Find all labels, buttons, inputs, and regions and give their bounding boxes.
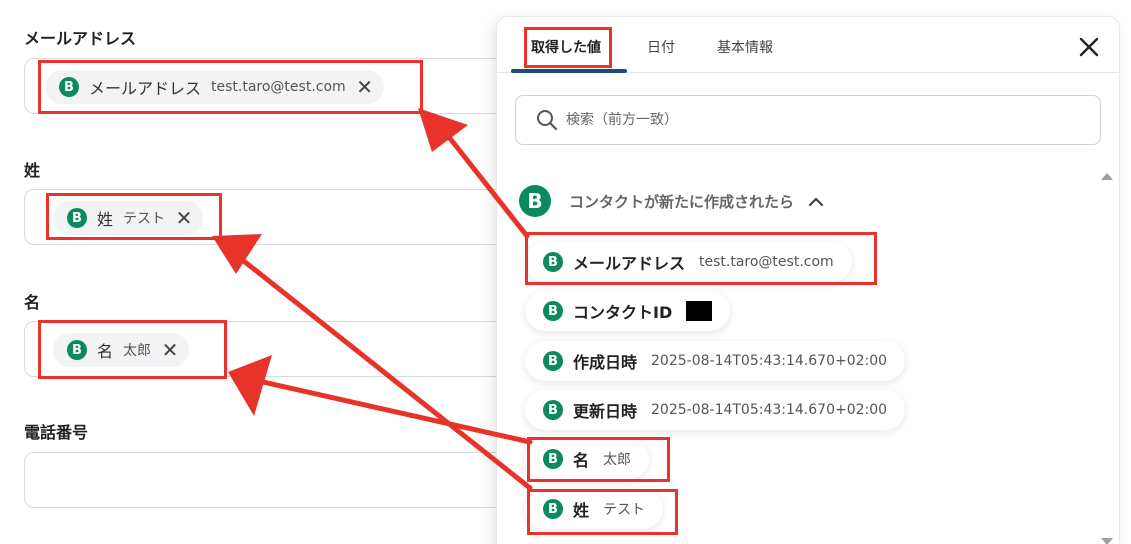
chip-name: 姓 xyxy=(97,210,114,229)
item-name: 姓 xyxy=(573,501,590,520)
chip-value: 太郎 xyxy=(123,343,152,359)
search-box[interactable] xyxy=(515,95,1101,145)
item-value: テスト xyxy=(603,502,646,518)
item-value: 太郎 xyxy=(603,452,632,468)
search-input[interactable] xyxy=(566,112,1046,128)
close-icon[interactable]: ✕ xyxy=(356,77,374,97)
item-name: 名 xyxy=(573,451,590,470)
b-badge-icon: B xyxy=(543,351,563,371)
chip-name: メールアドレス xyxy=(89,79,202,98)
arrow-head-email xyxy=(418,108,468,152)
chip-name: 名 xyxy=(97,342,114,361)
b-badge-icon: B xyxy=(67,340,87,360)
group-title: コンタクトが新たに作成されたら xyxy=(569,192,795,211)
field-label-last-name: 姓 xyxy=(24,161,41,180)
list-item[interactable]: B 更新日時 2025-08-14T05:43:14.670+02:00 xyxy=(525,390,906,430)
item-name: 更新日時 xyxy=(573,402,638,421)
chip-value: テスト xyxy=(123,211,166,227)
tab-bar: 取得した値 日付 基本情報 xyxy=(497,17,1119,73)
scroll-down-arrow[interactable] xyxy=(1101,538,1113,544)
item-name: メールアドレス xyxy=(573,254,686,273)
first-name-value-chip[interactable]: B 名 太郎 ✕ xyxy=(53,333,190,367)
list-item[interactable]: B 姓 テスト xyxy=(525,489,664,529)
b-badge-icon: B xyxy=(543,449,563,469)
list-item[interactable]: B 作成日時 2025-08-14T05:43:14.670+02:00 xyxy=(525,341,906,381)
b-badge-icon: B xyxy=(543,400,563,420)
list-item[interactable]: B メールアドレス test.taro@test.com xyxy=(525,242,852,282)
close-icon[interactable]: ✕ xyxy=(161,340,179,360)
value-picker-panel: 取得した値 日付 基本情報 B コンタクトが新たに作成されたら B メールアドレ… xyxy=(496,16,1120,544)
close-icon[interactable] xyxy=(1077,35,1101,59)
last-name-value-chip[interactable]: B 姓 テスト ✕ xyxy=(53,201,204,235)
b-badge-icon: B xyxy=(543,499,563,519)
search-icon xyxy=(537,110,558,131)
list-item[interactable]: B コンタクトID xyxy=(525,291,731,331)
email-value-chip[interactable]: B メールアドレス test.taro@test.com ✕ xyxy=(45,70,384,104)
tab-date[interactable]: 日付 xyxy=(647,37,675,57)
field-label-first-name: 名 xyxy=(24,293,41,312)
item-value: 2025-08-14T05:43:14.670+02:00 xyxy=(651,402,888,418)
b-badge-icon: B xyxy=(543,252,563,272)
tab-basic-info[interactable]: 基本情報 xyxy=(717,37,773,57)
field-label-email: メールアドレス xyxy=(24,29,137,48)
list-item[interactable]: B 名 太郎 xyxy=(525,439,650,479)
item-name: コンタクトID xyxy=(573,303,673,322)
tab-retrieved-values[interactable]: 取得した値 xyxy=(531,37,601,57)
arrow-first-name xyxy=(251,377,533,445)
b-badge-icon: B xyxy=(543,301,563,321)
item-value: test.taro@test.com xyxy=(699,254,834,270)
scroll-up-arrow[interactable] xyxy=(1101,173,1113,180)
active-tab-indicator xyxy=(511,69,627,73)
b-badge-icon: B xyxy=(519,185,551,217)
chip-value: test.taro@test.com xyxy=(211,79,346,95)
item-name: 作成日時 xyxy=(573,353,638,372)
close-icon[interactable]: ✕ xyxy=(175,208,193,228)
trigger-group-header[interactable]: B コンタクトが新たに作成されたら xyxy=(519,185,824,217)
item-value: 2025-08-14T05:43:14.670+02:00 xyxy=(651,353,888,369)
b-badge-icon: B xyxy=(59,77,79,97)
b-badge-icon: B xyxy=(67,208,87,228)
chevron-up-icon[interactable] xyxy=(808,195,824,207)
field-label-phone: 電話番号 xyxy=(24,423,89,442)
masked-value xyxy=(686,301,713,321)
